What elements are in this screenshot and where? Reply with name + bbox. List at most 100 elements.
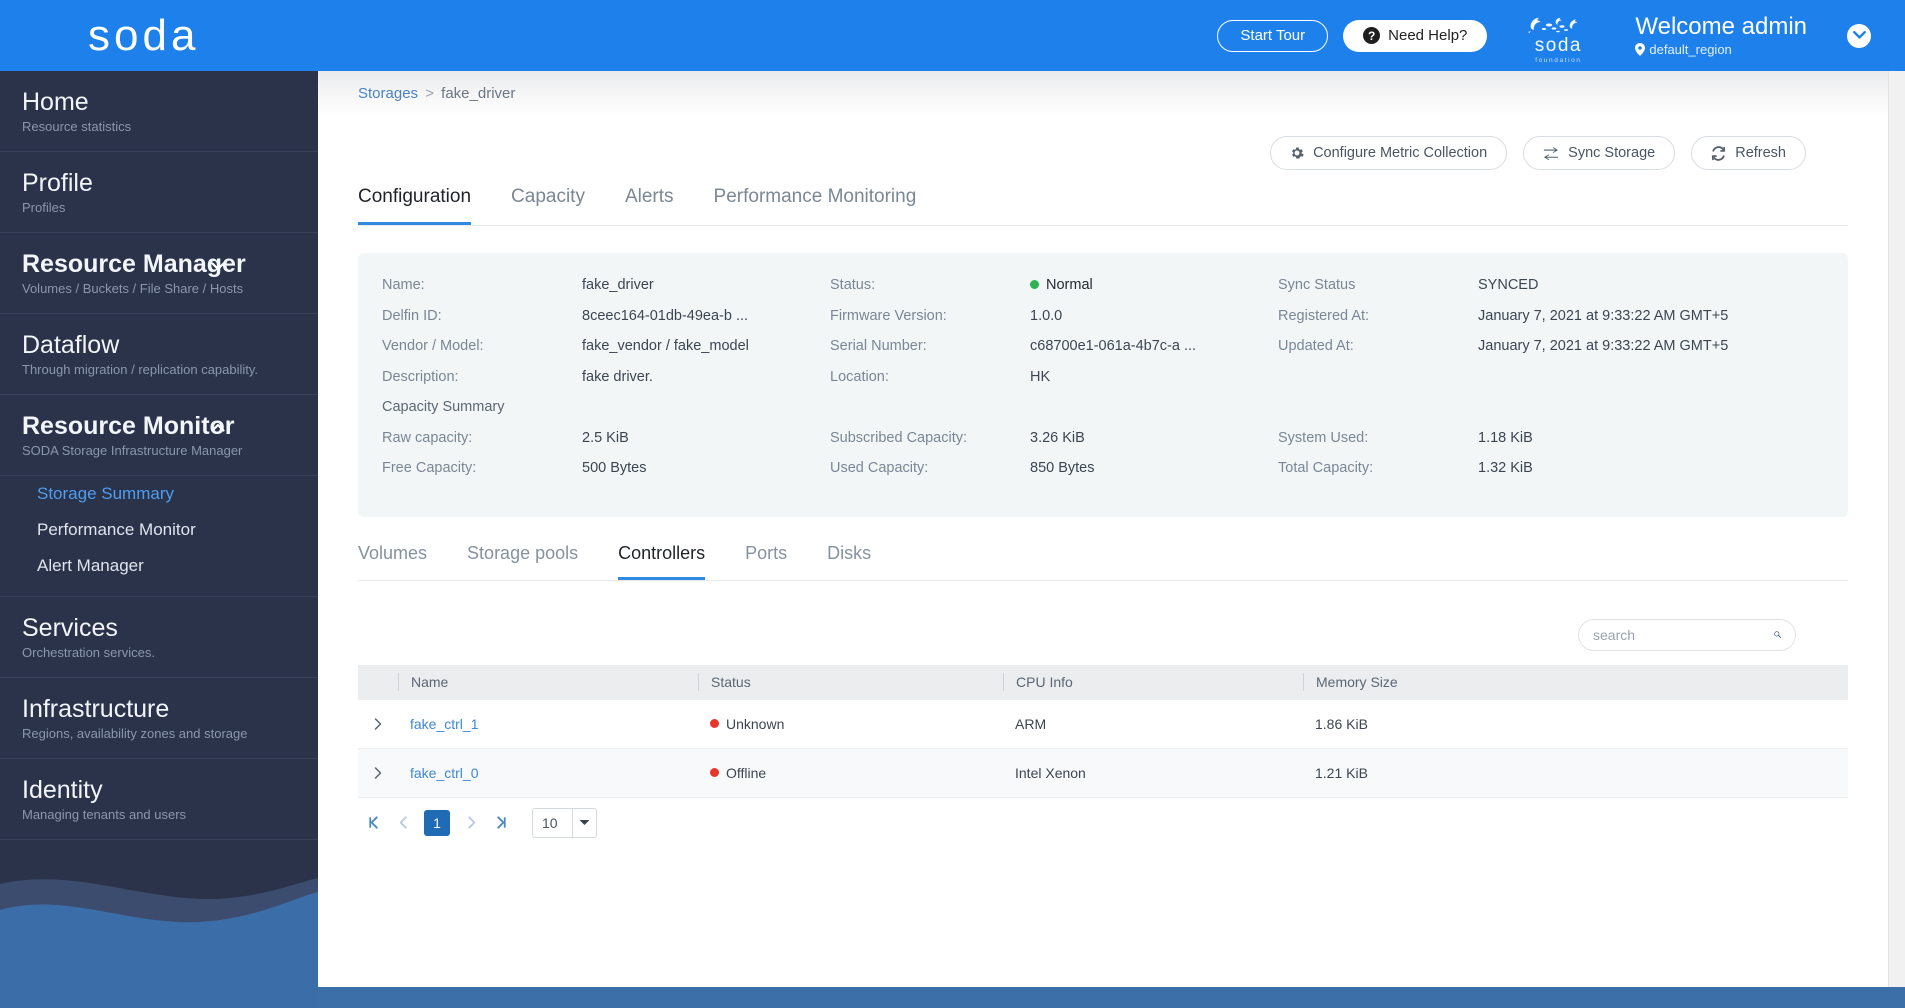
sidebar-item-resource-monitor[interactable]: Resource Monitor SODA Storage Infrastruct… — [0, 395, 318, 476]
sidebar-item-profile[interactable]: Profile Profiles — [0, 152, 318, 233]
column-header-memory-size[interactable]: Memory Size — [1303, 673, 1608, 691]
sidebar-scroll: Home Resource statistics Profile Profiles Re… — [0, 71, 318, 840]
detail-value: 1.32 KiB — [1478, 460, 1533, 476]
need-help-button[interactable]: ? Need Help? — [1343, 19, 1488, 52]
location-pin-icon — [1635, 43, 1646, 57]
subtab-controllers[interactable]: Controllers — [618, 543, 706, 580]
detail-value: January 7, 2021 at 9:33:22 AM GMT+5 — [1478, 307, 1729, 324]
sync-arrows-icon — [1544, 147, 1559, 160]
last-page-button[interactable] — [486, 808, 516, 838]
detail-label: Used Capacity: — [830, 460, 929, 476]
last-page-icon — [496, 816, 506, 829]
subtab-volumes[interactable]: Volumes — [358, 543, 427, 580]
chevron-right-icon — [374, 766, 382, 779]
detail-value: 8ceec164-01db-49ea-b ... — [582, 307, 749, 324]
detail-value: HK — [1030, 368, 1051, 385]
detail-value: SYNCED — [1478, 277, 1539, 293]
sync-storage-button[interactable]: Sync Storage — [1523, 136, 1676, 170]
detail-row: Location: HK — [830, 369, 1254, 400]
chevron-down-icon — [211, 262, 225, 271]
details-column-3: Sync Status SYNCED Registered At: January 7… — [1254, 277, 1814, 491]
refresh-icon — [1712, 145, 1726, 161]
column-header-status[interactable]: Status — [698, 673, 1003, 691]
subtab-disks[interactable]: Disks — [827, 543, 871, 580]
sidebar-wave-decoration — [0, 878, 318, 1008]
detail-label: System Used: — [1278, 429, 1369, 446]
chevron-left-icon — [399, 816, 407, 829]
sidebar-item-home[interactable]: Home Resource statistics — [0, 71, 318, 152]
first-page-button[interactable] — [358, 808, 388, 838]
start-tour-button[interactable]: Start Tour — [1217, 19, 1329, 52]
row-expand-chevron-right-icon[interactable] — [358, 717, 398, 730]
status-badge: Normal — [1030, 277, 1093, 293]
status-text: Offline — [726, 764, 767, 781]
sidebar-item-resource-manager[interactable]: Resource Manager Volumes / Buckets / File… — [0, 233, 318, 314]
sidebar-item-services[interactable]: Services Orchestration services. — [0, 597, 318, 678]
soda-foundation-logo: soda foundation — [1521, 8, 1595, 64]
status-text: Normal — [1046, 277, 1093, 293]
page-number-1[interactable]: 1 — [424, 809, 450, 836]
page-size-chevron-down-icon — [572, 808, 596, 837]
start-tour-label: Start Tour — [1240, 27, 1306, 44]
table-row[interactable]: fake_ctrl_1 Unknown ARM 1.86 KiB — [358, 699, 1848, 749]
sidebar-up-chevron[interactable] — [210, 421, 226, 437]
row-expand-chevron-right-icon[interactable] — [358, 766, 398, 779]
detail-label: Status: — [830, 277, 876, 293]
sidebar-item-dataflow[interactable]: Dataflow Through migration / replication … — [0, 314, 318, 395]
detail-row: Capacity Summary — [382, 399, 806, 430]
sidebar-item-infrastructure[interactable]: Infrastructure Regions, availability zone… — [0, 678, 318, 759]
detail-label: Free Capacity: — [382, 460, 477, 476]
refresh-button[interactable]: Refresh — [1691, 136, 1806, 170]
tab-alerts[interactable]: Alerts — [625, 186, 674, 225]
subtab-ports[interactable]: Ports — [745, 543, 787, 580]
detail-label: Location: — [830, 368, 889, 385]
search-icon[interactable] — [1774, 627, 1781, 642]
sidebar-subitem-performance-monitor[interactable]: Performance Monitor — [0, 512, 318, 548]
page-size-select[interactable]: 10 — [532, 807, 597, 838]
detail-label: Serial Number: — [830, 338, 927, 354]
configure-metric-collection-button[interactable]: Configure Metric Collection — [1270, 136, 1508, 170]
breadcrumb-root-link[interactable]: Storages — [358, 85, 418, 102]
need-help-label: Need Help? — [1388, 27, 1468, 44]
table-row[interactable]: fake_ctrl_0 Offline Intel Xenon 1.21 KiB — [358, 748, 1848, 798]
cell-name: fake_ctrl_1 — [398, 716, 698, 732]
resource-subtabs: Volumes Storage pools Controllers Ports Disk… — [358, 543, 1848, 581]
detail-value: c68700e1-061a-4b7c-a ... — [1030, 338, 1197, 354]
tab-capacity[interactable]: Capacity — [511, 186, 585, 225]
controller-link[interactable]: fake_ctrl_0 — [410, 765, 478, 781]
status-dot-icon — [1030, 279, 1039, 289]
chevron-up-icon — [211, 423, 225, 432]
user-menu-chevron-down-icon[interactable] — [1847, 23, 1871, 48]
welcome-block: Welcome admin default_region — [1635, 13, 1807, 58]
sidebar-subitem-storage-summary[interactable]: Storage Summary — [0, 476, 318, 512]
sidebar-item-subtitle: SODA Storage Infrastructure Manager — [22, 443, 243, 458]
detail-row: Description: fake driver. — [382, 369, 806, 400]
details-column-1: Name: fake_driver Delfin ID: 8ceec164-01db-… — [358, 277, 806, 491]
sidebar-down-chevron[interactable] — [210, 259, 226, 275]
sidebar-item-title: Resource Manager — [22, 250, 246, 278]
detail-value: fake_driver — [582, 277, 654, 293]
tab-configuration[interactable]: Configuration — [358, 186, 472, 225]
tab-performance-monitoring[interactable]: Performance Monitoring — [714, 186, 917, 225]
region-label: default_region — [1649, 42, 1732, 58]
search-box[interactable] — [1578, 618, 1796, 651]
column-header-name[interactable]: Name — [398, 673, 698, 691]
search-input[interactable] — [1593, 626, 1774, 643]
sidebar-item-identity[interactable]: Identity Managing tenants and users — [0, 759, 318, 840]
chevron-right-icon — [374, 717, 382, 730]
detail-row: Raw capacity: 2.5 KiB — [382, 430, 806, 461]
next-page-button[interactable] — [456, 808, 486, 838]
sidebar-item-subtitle: Profiles — [22, 200, 66, 215]
subtab-storage-pools[interactable]: Storage pools — [467, 543, 578, 580]
detail-value: 2.5 KiB — [582, 429, 629, 446]
vertical-scrollbar[interactable] — [1888, 71, 1905, 987]
column-header-cpu-info[interactable]: CPU Info — [1003, 673, 1303, 691]
cell-memory-size: 1.21 KiB — [1315, 764, 1368, 781]
detail-section-heading: Capacity Summary — [382, 399, 505, 415]
sidebar-subitem-alert-manager[interactable]: Alert Manager — [0, 548, 318, 584]
controller-link[interactable]: fake_ctrl_1 — [410, 716, 478, 732]
sidebar-item-subtitle: Regions, availability zones and storage — [22, 726, 248, 741]
prev-page-button[interactable] — [388, 808, 418, 838]
detail-label: Delfin ID: — [382, 307, 442, 324]
brand-logo[interactable]: soda — [0, 0, 318, 71]
